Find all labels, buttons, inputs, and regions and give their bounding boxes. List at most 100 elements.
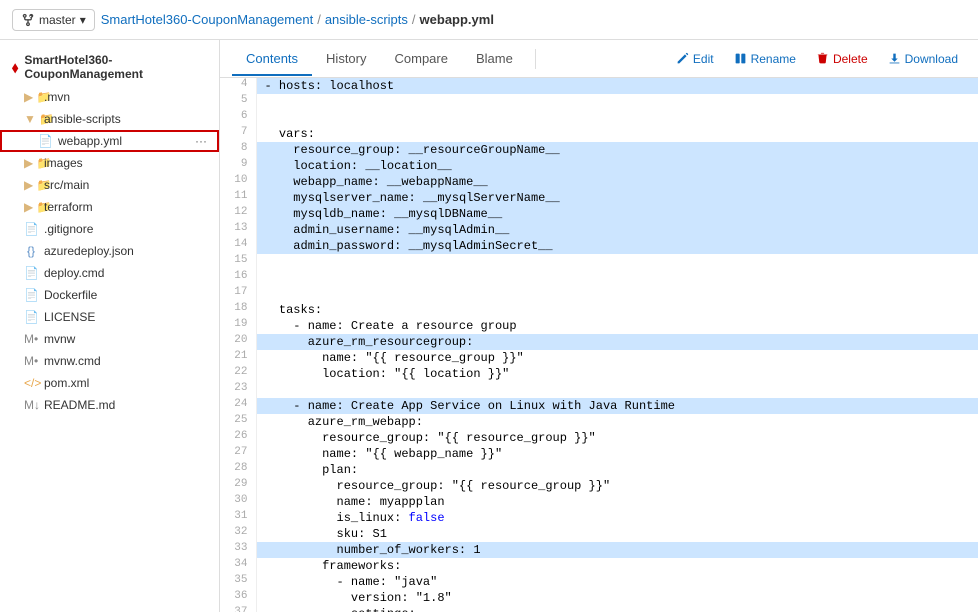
- line-number: 11: [220, 190, 256, 206]
- line-content: webapp_name: __webappName__: [256, 174, 978, 190]
- table-row: 17: [220, 286, 978, 302]
- folder-icon: ▶ 📁: [24, 90, 38, 104]
- table-row: 33 number_of_workers: 1: [220, 542, 978, 558]
- line-number: 23: [220, 382, 256, 398]
- item-ellipsis[interactable]: ···: [195, 134, 207, 148]
- line-content: is_linux: false: [256, 510, 978, 526]
- trash-icon: [816, 52, 829, 65]
- breadcrumb-repo[interactable]: SmartHotel360-CouponManagement: [101, 12, 313, 27]
- line-number: 37: [220, 606, 256, 612]
- sidebar-root[interactable]: ⬧ SmartHotel360-CouponManagement: [0, 48, 219, 86]
- sidebar-item-label: README.md: [44, 398, 115, 412]
- download-label: Download: [905, 52, 958, 66]
- folder-icon: ▼ 📁: [24, 112, 38, 126]
- line-number: 15: [220, 254, 256, 270]
- folder-icon: ▶ 📁: [24, 200, 38, 214]
- sidebar-item-license[interactable]: 📄 LICENSE: [0, 306, 219, 328]
- delete-button[interactable]: Delete: [808, 48, 876, 70]
- table-row: 34 frameworks:: [220, 558, 978, 574]
- sidebar-item-pomxml[interactable]: </> pom.xml: [0, 372, 219, 394]
- tab-blame[interactable]: Blame: [462, 43, 527, 76]
- table-row: 18 tasks:: [220, 302, 978, 318]
- sidebar-item-ansible[interactable]: ▼ 📁 ansible-scripts: [0, 108, 219, 130]
- line-content: [256, 110, 978, 126]
- edit-button[interactable]: Edit: [668, 48, 722, 70]
- table-row: 5: [220, 94, 978, 110]
- line-content: azure_rm_webapp:: [256, 414, 978, 430]
- sidebar-item-dockerfile[interactable]: 📄 Dockerfile: [0, 284, 219, 306]
- folder-icon: ▶ 📁: [24, 156, 38, 170]
- sidebar-item-label: terraform: [44, 200, 93, 214]
- sidebar-item-label: images: [44, 156, 83, 170]
- line-number: 24: [220, 398, 256, 414]
- sidebar-item-label: ansible-scripts: [44, 112, 121, 126]
- sidebar-item-label: pom.xml: [44, 376, 89, 390]
- tab-compare[interactable]: Compare: [381, 43, 462, 76]
- breadcrumb-folder[interactable]: ansible-scripts: [325, 12, 408, 27]
- table-row: 24 - name: Create App Service on Linux w…: [220, 398, 978, 414]
- line-number: 30: [220, 494, 256, 510]
- download-button[interactable]: Download: [880, 48, 966, 70]
- sidebar-item-images[interactable]: ▶ 📁 images: [0, 152, 219, 174]
- sidebar-item-gitignore[interactable]: 📄 .gitignore: [0, 218, 219, 240]
- table-row: 32 sku: S1: [220, 526, 978, 542]
- table-row: 9 location: __location__: [220, 158, 978, 174]
- file-icon: 📄: [24, 266, 38, 280]
- file-icon: M•: [24, 354, 38, 368]
- table-row: 37 settings:: [220, 606, 978, 612]
- line-number: 22: [220, 366, 256, 382]
- tab-actions: Edit Rename Delete Download: [668, 48, 966, 70]
- line-content: name: "{{ webapp_name }}": [256, 446, 978, 462]
- line-content: [256, 94, 978, 110]
- line-number: 20: [220, 334, 256, 350]
- line-number: 4: [220, 78, 256, 94]
- code-viewer[interactable]: 4- hosts: localhost5 6 7 vars:8 resource…: [220, 78, 978, 612]
- table-row: 29 resource_group: "{{ resource_group }}…: [220, 478, 978, 494]
- table-row: 8 resource_group: __resourceGroupName__: [220, 142, 978, 158]
- line-content: resource_group: __resourceGroupName__: [256, 142, 978, 158]
- line-content: - name: "java": [256, 574, 978, 590]
- sidebar-item-label: webapp.yml: [58, 134, 122, 148]
- breadcrumb: SmartHotel360-CouponManagement / ansible…: [101, 12, 494, 27]
- tab-history[interactable]: History: [312, 43, 380, 76]
- sidebar-item-azuredeploy[interactable]: {} azuredeploy.json: [0, 240, 219, 262]
- tab-contents[interactable]: Contents: [232, 43, 312, 76]
- line-content: mysqlserver_name: __mysqlServerName__: [256, 190, 978, 206]
- line-number: 21: [220, 350, 256, 366]
- file-icon: M•: [24, 332, 38, 346]
- delete-label: Delete: [833, 52, 868, 66]
- table-row: 36 version: "1.8": [220, 590, 978, 606]
- sidebar-item-label: mvnw.cmd: [44, 354, 101, 368]
- sidebar-item-label: azuredeploy.json: [44, 244, 134, 258]
- sidebar-item-mvnwcmd[interactable]: M• mvnw.cmd: [0, 350, 219, 372]
- line-content: version: "1.8": [256, 590, 978, 606]
- branch-label: master: [39, 13, 76, 27]
- sidebar-item-deploycmd[interactable]: 📄 deploy.cmd: [0, 262, 219, 284]
- line-number: 7: [220, 126, 256, 142]
- sidebar-item-label: Dockerfile: [44, 288, 97, 302]
- download-icon: [888, 52, 901, 65]
- sidebar-item-mvn[interactable]: ▶ 📁 .mvn: [0, 86, 219, 108]
- sidebar-item-webapp-yml[interactable]: 📄 webapp.yml ···: [0, 130, 219, 152]
- sidebar-item-terraform[interactable]: ▶ 📁 terraform: [0, 196, 219, 218]
- sidebar-item-srcmain[interactable]: ▶ 📁 src/main: [0, 174, 219, 196]
- sidebar-item-mvnw[interactable]: M• mvnw: [0, 328, 219, 350]
- line-content: location: __location__: [256, 158, 978, 174]
- line-number: 32: [220, 526, 256, 542]
- branch-selector[interactable]: master ▾: [12, 9, 95, 31]
- line-number: 16: [220, 270, 256, 286]
- rename-button[interactable]: Rename: [726, 48, 804, 70]
- sidebar-item-readme[interactable]: M↓ README.md: [0, 394, 219, 416]
- line-content: - name: Create App Service on Linux with…: [256, 398, 978, 414]
- line-content: number_of_workers: 1: [256, 542, 978, 558]
- line-number: 9: [220, 158, 256, 174]
- line-content: - hosts: localhost: [256, 78, 978, 94]
- file-icon: </>: [24, 376, 38, 390]
- line-number: 10: [220, 174, 256, 190]
- branch-chevron: ▾: [80, 13, 86, 27]
- line-number: 18: [220, 302, 256, 318]
- table-row: 30 name: myappplan: [220, 494, 978, 510]
- edit-label: Edit: [693, 52, 714, 66]
- line-content: - name: Create a resource group: [256, 318, 978, 334]
- line-content: admin_username: __mysqlAdmin__: [256, 222, 978, 238]
